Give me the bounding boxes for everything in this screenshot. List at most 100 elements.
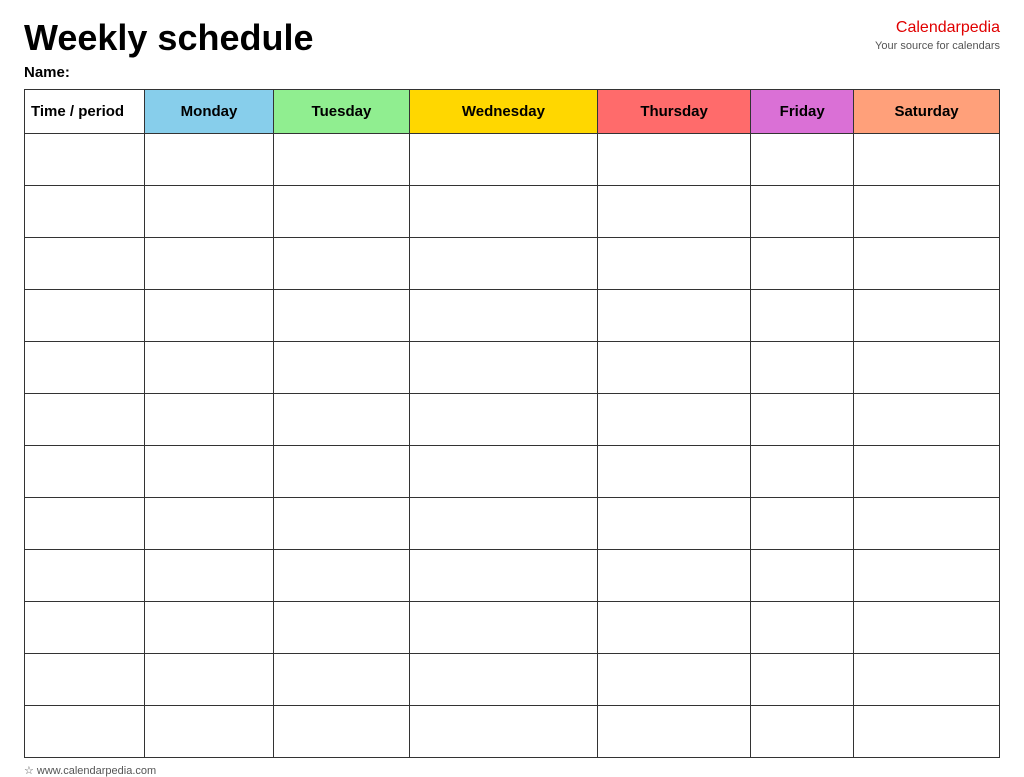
table-cell[interactable] bbox=[25, 497, 145, 549]
table-cell[interactable] bbox=[145, 341, 274, 393]
table-cell[interactable] bbox=[751, 601, 854, 653]
table-cell[interactable] bbox=[751, 445, 854, 497]
table-cell[interactable] bbox=[854, 445, 1000, 497]
table-cell[interactable] bbox=[145, 289, 274, 341]
table-cell[interactable] bbox=[145, 601, 274, 653]
table-cell[interactable] bbox=[145, 237, 274, 289]
table-cell[interactable] bbox=[25, 341, 145, 393]
table-cell[interactable] bbox=[409, 341, 597, 393]
table-cell[interactable] bbox=[751, 341, 854, 393]
table-cell[interactable] bbox=[409, 497, 597, 549]
table-cell[interactable] bbox=[409, 133, 597, 185]
col-header-thursday: Thursday bbox=[597, 89, 750, 133]
table-row bbox=[25, 601, 1000, 653]
table-cell[interactable] bbox=[751, 133, 854, 185]
table-cell[interactable] bbox=[25, 237, 145, 289]
table-cell[interactable] bbox=[751, 653, 854, 705]
table-cell[interactable] bbox=[273, 341, 409, 393]
table-cell[interactable] bbox=[409, 237, 597, 289]
table-cell[interactable] bbox=[854, 393, 1000, 445]
col-header-friday: Friday bbox=[751, 89, 854, 133]
col-header-monday: Monday bbox=[145, 89, 274, 133]
table-cell[interactable] bbox=[409, 289, 597, 341]
table-cell[interactable] bbox=[145, 653, 274, 705]
table-cell[interactable] bbox=[751, 497, 854, 549]
table-cell[interactable] bbox=[751, 185, 854, 237]
brand-name: Calendarpedia bbox=[875, 18, 1000, 39]
table-cell[interactable] bbox=[597, 289, 750, 341]
table-cell[interactable] bbox=[145, 393, 274, 445]
table-cell[interactable] bbox=[854, 549, 1000, 601]
col-header-wednesday: Wednesday bbox=[409, 89, 597, 133]
table-cell[interactable] bbox=[854, 653, 1000, 705]
table-cell[interactable] bbox=[409, 549, 597, 601]
table-cell[interactable] bbox=[854, 341, 1000, 393]
table-cell[interactable] bbox=[854, 133, 1000, 185]
table-cell[interactable] bbox=[751, 549, 854, 601]
table-cell[interactable] bbox=[273, 289, 409, 341]
table-cell[interactable] bbox=[409, 705, 597, 757]
table-cell[interactable] bbox=[409, 393, 597, 445]
table-row bbox=[25, 705, 1000, 757]
table-cell[interactable] bbox=[597, 497, 750, 549]
table-cell[interactable] bbox=[145, 133, 274, 185]
table-cell[interactable] bbox=[597, 133, 750, 185]
table-cell[interactable] bbox=[273, 133, 409, 185]
table-cell[interactable] bbox=[25, 289, 145, 341]
table-cell[interactable] bbox=[145, 549, 274, 601]
table-cell[interactable] bbox=[145, 705, 274, 757]
table-cell[interactable] bbox=[145, 497, 274, 549]
table-cell[interactable] bbox=[597, 237, 750, 289]
table-cell[interactable] bbox=[25, 445, 145, 497]
brand-tagline: Your source for calendars bbox=[875, 39, 1000, 53]
table-cell[interactable] bbox=[854, 289, 1000, 341]
table-cell[interactable] bbox=[25, 601, 145, 653]
table-cell[interactable] bbox=[25, 393, 145, 445]
table-cell[interactable] bbox=[751, 393, 854, 445]
table-cell[interactable] bbox=[409, 445, 597, 497]
table-cell[interactable] bbox=[25, 133, 145, 185]
table-cell[interactable] bbox=[597, 341, 750, 393]
table-cell[interactable] bbox=[854, 705, 1000, 757]
table-cell[interactable] bbox=[597, 393, 750, 445]
table-row bbox=[25, 653, 1000, 705]
table-cell[interactable] bbox=[273, 601, 409, 653]
table-cell[interactable] bbox=[751, 237, 854, 289]
brand-name-part1: Calendar bbox=[896, 19, 961, 36]
table-cell[interactable] bbox=[409, 653, 597, 705]
table-cell[interactable] bbox=[25, 705, 145, 757]
table-cell[interactable] bbox=[854, 497, 1000, 549]
table-cell[interactable] bbox=[273, 705, 409, 757]
table-cell[interactable] bbox=[273, 653, 409, 705]
table-row bbox=[25, 133, 1000, 185]
table-cell[interactable] bbox=[273, 445, 409, 497]
table-cell[interactable] bbox=[597, 549, 750, 601]
table-cell[interactable] bbox=[273, 185, 409, 237]
table-cell[interactable] bbox=[273, 237, 409, 289]
table-cell[interactable] bbox=[597, 653, 750, 705]
table-cell[interactable] bbox=[25, 549, 145, 601]
table-cell[interactable] bbox=[25, 185, 145, 237]
table-cell[interactable] bbox=[273, 393, 409, 445]
schedule-body bbox=[25, 133, 1000, 757]
table-cell[interactable] bbox=[854, 601, 1000, 653]
table-cell[interactable] bbox=[854, 185, 1000, 237]
table-cell[interactable] bbox=[597, 705, 750, 757]
table-cell[interactable] bbox=[597, 601, 750, 653]
table-cell[interactable] bbox=[854, 237, 1000, 289]
table-cell[interactable] bbox=[597, 445, 750, 497]
table-cell[interactable] bbox=[409, 601, 597, 653]
table-cell[interactable] bbox=[273, 497, 409, 549]
table-cell[interactable] bbox=[751, 289, 854, 341]
col-header-saturday: Saturday bbox=[854, 89, 1000, 133]
table-cell[interactable] bbox=[597, 185, 750, 237]
table-cell[interactable] bbox=[273, 549, 409, 601]
table-cell[interactable] bbox=[25, 653, 145, 705]
table-cell[interactable] bbox=[409, 185, 597, 237]
table-row bbox=[25, 237, 1000, 289]
table-cell[interactable] bbox=[145, 185, 274, 237]
table-cell[interactable] bbox=[145, 445, 274, 497]
table-row bbox=[25, 341, 1000, 393]
table-cell[interactable] bbox=[751, 705, 854, 757]
col-header-tuesday: Tuesday bbox=[273, 89, 409, 133]
